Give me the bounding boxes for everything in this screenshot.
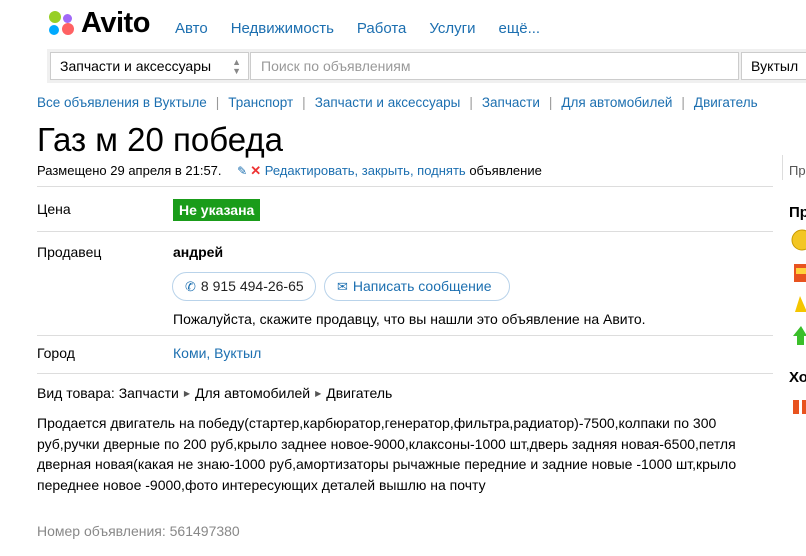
seller-notice: Пожалуйста, скажите продавцу, что вы наш…: [173, 311, 646, 327]
city-link[interactable]: Коми, Вуктыл: [173, 345, 261, 361]
posted-date: Размещено 29 апреля в 21:57.: [37, 163, 222, 178]
close-icon[interactable]: ✕: [250, 163, 261, 178]
breadcrumb-item[interactable]: Запчасти: [482, 95, 540, 110]
search-input[interactable]: Поиск по объявлениям: [250, 52, 739, 80]
gift-icon[interactable]: [791, 394, 806, 416]
nav-services[interactable]: Услуги: [429, 20, 475, 37]
phone-icon: ✆: [185, 279, 196, 294]
seller-label: Продавец: [37, 244, 102, 260]
envelope-icon: ✉: [337, 279, 348, 294]
breadcrumb-item[interactable]: Двигатель: [694, 95, 758, 110]
ad-description: Продается двигатель на победу(стартер,ка…: [37, 415, 737, 493]
category-select[interactable]: Запчасти и аксессуары ▲ ▼: [50, 52, 249, 80]
sidebar-divider: [782, 155, 783, 180]
coin-icon[interactable]: [791, 229, 806, 251]
nav-realty[interactable]: Недвижимость: [231, 20, 334, 37]
write-message-button[interactable]: ✉ Написать сообщение: [324, 272, 510, 301]
item-kind-part: Запчасти: [118, 385, 179, 401]
sidebar-text: Про: [789, 163, 806, 178]
item-kind-label: Вид товара:: [37, 385, 115, 401]
price-label: Цена: [37, 201, 71, 217]
triangle-right-icon: ▶: [183, 389, 190, 398]
select-arrows-icon: ▲ ▼: [232, 57, 241, 76]
breadcrumb-item[interactable]: Транспорт: [228, 95, 293, 110]
breadcrumb: Все объявления в Вуктыле | Транспорт | Запча…: [37, 95, 758, 110]
sidebar-heading: Пр: [789, 204, 806, 221]
item-kind-part: Для автомобилей: [194, 385, 311, 401]
write-message-label: Написать сообщение: [352, 278, 492, 294]
nav-jobs[interactable]: Работа: [357, 20, 407, 37]
top-nav: Авто Недвижимость Работа Услуги ещё...: [175, 20, 563, 37]
logo-dots-icon: [47, 9, 75, 37]
vip-badge-icon[interactable]: [791, 262, 806, 284]
seller-name: андрей: [173, 244, 224, 260]
divider: [37, 186, 773, 187]
posted-info: Размещено 29 апреля в 21:57. ✎ ✕ Редактир…: [37, 163, 542, 179]
breadcrumb-item[interactable]: Запчасти и аксессуары: [315, 95, 461, 110]
search-bar: Запчасти и аксессуары ▲ ▼ Поиск по объявл…: [47, 49, 806, 83]
page-title: Газ м 20 победа: [37, 121, 284, 158]
show-phone-button[interactable]: ✆ 8 915 494-26-65: [172, 272, 316, 301]
breadcrumb-item[interactable]: Все объявления в Вуктыле: [37, 95, 207, 110]
phone-number: 8 915 494-26-65: [200, 278, 304, 294]
price-badge: Не указана: [173, 199, 261, 221]
divider: [37, 335, 773, 336]
edit-ad-link[interactable]: Редактировать, закрыть, поднять: [265, 163, 466, 178]
city-label: Город: [37, 345, 75, 361]
ad-number: Номер объявления: 561497380: [37, 523, 240, 539]
bell-icon[interactable]: [791, 294, 806, 316]
sidebar-heading: Хо: [789, 369, 806, 386]
pencil-icon[interactable]: ✎: [237, 164, 247, 178]
nav-auto[interactable]: Авто: [175, 20, 208, 37]
item-kind-part: Двигатель: [326, 385, 393, 401]
region-select[interactable]: Вуктыл: [741, 52, 806, 80]
divider: [37, 231, 773, 232]
logo-text: Avito: [81, 7, 150, 39]
nav-more[interactable]: ещё...: [499, 20, 541, 37]
item-kind: Вид товара: Запчасти ▶ Для автомобилей ▶ Дви…: [37, 385, 392, 401]
arrow-up-icon[interactable]: [791, 324, 806, 346]
edit-ad-suffix: объявление: [465, 163, 542, 178]
triangle-right-icon: ▶: [315, 389, 322, 398]
category-select-value: Запчасти и аксессуары: [60, 58, 212, 74]
divider: [37, 373, 773, 374]
avito-logo[interactable]: Avito: [47, 7, 150, 39]
breadcrumb-item[interactable]: Для автомобилей: [561, 95, 672, 110]
